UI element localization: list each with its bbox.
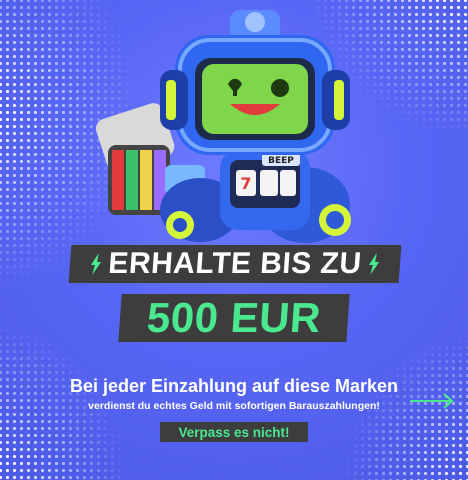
- lightning-bolt-icon: [368, 253, 379, 275]
- promo-description: Bei jeder Einzahlung auf diese Marken: [69, 376, 399, 396]
- promo-banner[interactable]: BEEP 7 ERHALTE BIS ZU 500 EUR Bei jeder …: [0, 0, 468, 480]
- robot-head: [160, 10, 350, 155]
- promo-subdescription: verdienst du echtes Geld mit sofortigen …: [88, 400, 380, 412]
- robot-mascot: BEEP 7: [95, 10, 351, 243]
- lightning-bolt-icon: [91, 253, 102, 275]
- headline-text: ERHALTE BIS ZU: [107, 247, 363, 280]
- right-arrow-icon[interactable]: [408, 391, 456, 411]
- robot-badge-text: BEEP: [268, 156, 294, 166]
- robot-body: BEEP 7: [160, 150, 351, 243]
- bonus-amount-label: 500 EUR: [118, 294, 350, 342]
- headline-label: ERHALTE BIS ZU: [68, 245, 402, 283]
- bonus-amount-text: 500 EUR: [145, 294, 323, 341]
- slot-reel-digit: 7: [240, 174, 251, 193]
- cta-button[interactable]: Verpass es nicht!: [160, 422, 308, 442]
- cta-label: Verpass es nicht!: [178, 424, 290, 440]
